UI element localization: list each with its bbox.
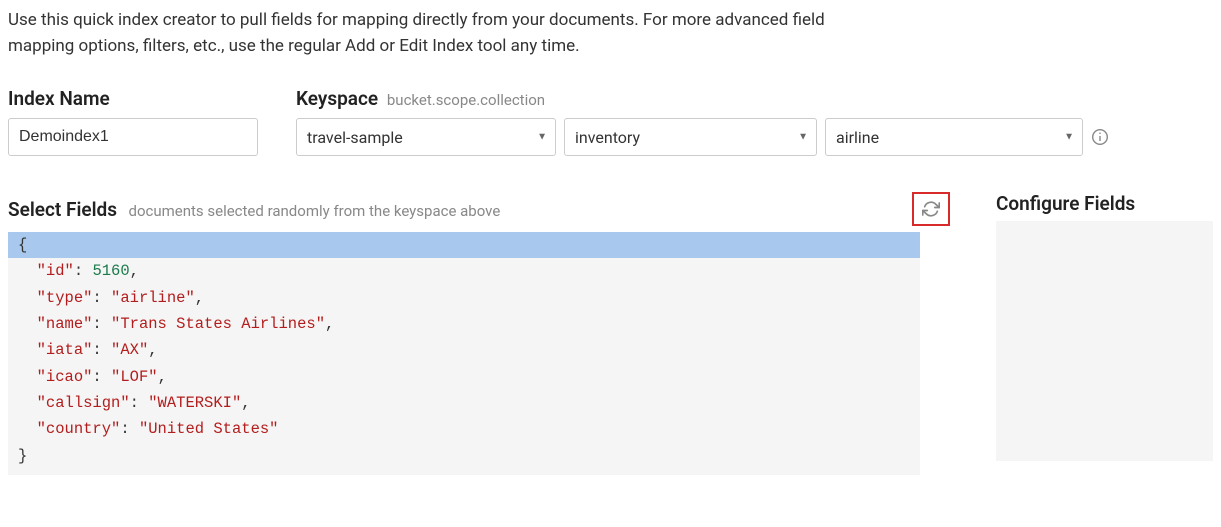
json-line-name[interactable]: "name": "Trans States Airlines", xyxy=(8,311,920,337)
select-fields-column: Select Fields documents selected randoml… xyxy=(8,192,950,475)
chevron-down-icon: ▼ xyxy=(537,132,547,143)
info-icon[interactable] xyxy=(1091,128,1109,146)
form-row: Index Name Keyspace bucket.scope.collect… xyxy=(8,87,1213,156)
intro-text: Use this quick index creator to pull fie… xyxy=(8,8,838,59)
json-line-id[interactable]: "id": 5160, xyxy=(8,258,920,284)
json-line-type[interactable]: "type": "airline", xyxy=(8,285,920,311)
select-fields-title: Select Fields xyxy=(8,198,117,221)
columns: Select Fields documents selected randoml… xyxy=(8,192,1213,475)
keyspace-label: Keyspace xyxy=(296,87,378,110)
bucket-select-value: travel-sample xyxy=(307,128,403,147)
scope-select[interactable]: inventory ▼ xyxy=(564,118,817,156)
refresh-button[interactable] xyxy=(912,192,950,226)
json-line-close[interactable]: } xyxy=(8,443,920,469)
keyspace-group: Keyspace bucket.scope.collection travel-… xyxy=(296,87,1109,156)
index-name-label: Index Name xyxy=(8,87,258,110)
json-line-iata[interactable]: "iata": "AX", xyxy=(8,337,920,363)
json-line-country[interactable]: "country": "United States" xyxy=(8,416,920,442)
select-fields-header: Select Fields documents selected randoml… xyxy=(8,192,950,226)
configure-fields-panel xyxy=(996,221,1213,461)
configure-fields-column: Configure Fields xyxy=(996,192,1213,461)
index-name-input[interactable] xyxy=(8,118,258,156)
chevron-down-icon: ▼ xyxy=(1064,132,1074,143)
keyspace-inputs: travel-sample ▼ inventory ▼ airline ▼ xyxy=(296,118,1109,156)
index-name-group: Index Name xyxy=(8,87,258,156)
collection-select-value: airline xyxy=(836,128,879,147)
refresh-icon xyxy=(922,200,940,218)
json-viewer[interactable]: { "id": 5160, "type": "airline", "name":… xyxy=(8,232,920,475)
scope-select-value: inventory xyxy=(575,128,640,147)
collection-select[interactable]: airline ▼ xyxy=(825,118,1083,156)
keyspace-hint: bucket.scope.collection xyxy=(387,91,545,109)
keyspace-label-row: Keyspace bucket.scope.collection xyxy=(296,87,1109,110)
select-fields-hint: documents selected randomly from the key… xyxy=(128,202,500,220)
bucket-select[interactable]: travel-sample ▼ xyxy=(296,118,556,156)
chevron-down-icon: ▼ xyxy=(798,132,808,143)
json-line-open[interactable]: { xyxy=(8,232,920,258)
json-line-callsign[interactable]: "callsign": "WATERSKI", xyxy=(8,390,920,416)
configure-fields-title: Configure Fields xyxy=(996,192,1213,215)
json-line-icao[interactable]: "icao": "LOF", xyxy=(8,364,920,390)
